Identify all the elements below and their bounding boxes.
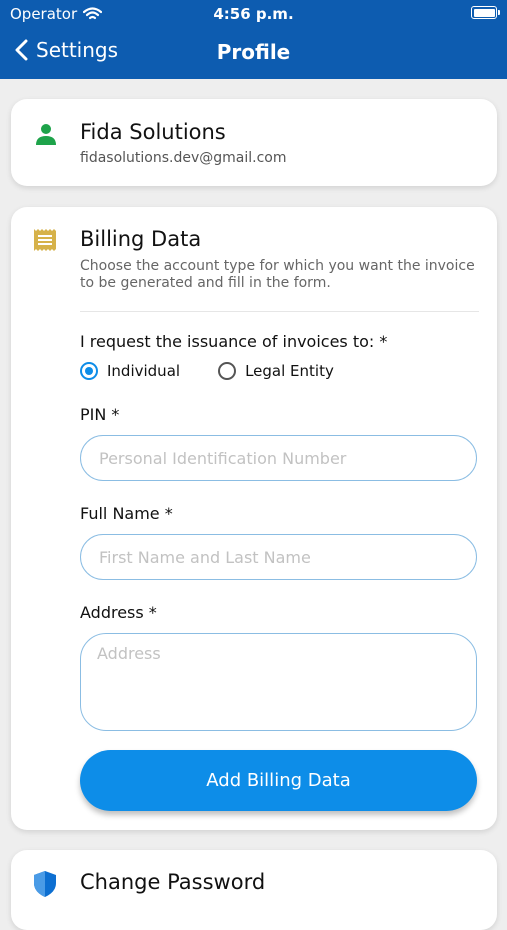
- user-name: Fida Solutions: [80, 120, 226, 144]
- page-title: Profile: [216, 40, 291, 64]
- pin-input[interactable]: [80, 435, 477, 481]
- radio-legal-entity-label: Legal Entity: [245, 362, 334, 380]
- invoice-type-radio-group: Individual Legal Entity: [80, 362, 372, 380]
- radio-legal-entity[interactable]: Legal Entity: [218, 362, 334, 380]
- billing-card: Billing Data Choose the account type for…: [11, 207, 497, 830]
- battery-icon: [471, 6, 500, 19]
- radio-individual-label: Individual: [107, 362, 181, 380]
- divider: [80, 311, 479, 312]
- invoice-type-label: I request the issuance of invoices to: *: [80, 332, 388, 351]
- billing-title: Billing Data: [80, 227, 202, 251]
- full-name-label: Full Name *: [80, 504, 173, 523]
- billing-description: Choose the account type for which you wa…: [80, 258, 475, 291]
- shield-icon: [34, 871, 56, 897]
- user-email: fidasolutions.dev@gmail.com: [80, 150, 287, 166]
- radio-unselected-icon: [218, 362, 237, 380]
- app-header: Operator 4:56 p.m. Settings Profile: [0, 0, 507, 79]
- radio-selected-icon: [80, 362, 98, 380]
- receipt-icon: [34, 229, 56, 251]
- person-icon: [36, 124, 56, 145]
- status-bar: Operator 4:56 p.m.: [0, 0, 507, 30]
- add-billing-data-button[interactable]: Add Billing Data: [80, 750, 477, 811]
- clock: 4:56 p.m.: [213, 5, 294, 23]
- pin-label: PIN *: [80, 405, 120, 424]
- change-password-card[interactable]: Change Password: [11, 850, 497, 930]
- full-name-input[interactable]: [80, 534, 477, 580]
- address-textarea[interactable]: [80, 633, 477, 731]
- address-label: Address *: [80, 603, 157, 622]
- user-card: Fida Solutions fidasolutions.dev@gmail.c…: [11, 99, 497, 186]
- change-password-title: Change Password: [80, 870, 266, 894]
- radio-individual[interactable]: Individual: [80, 362, 180, 380]
